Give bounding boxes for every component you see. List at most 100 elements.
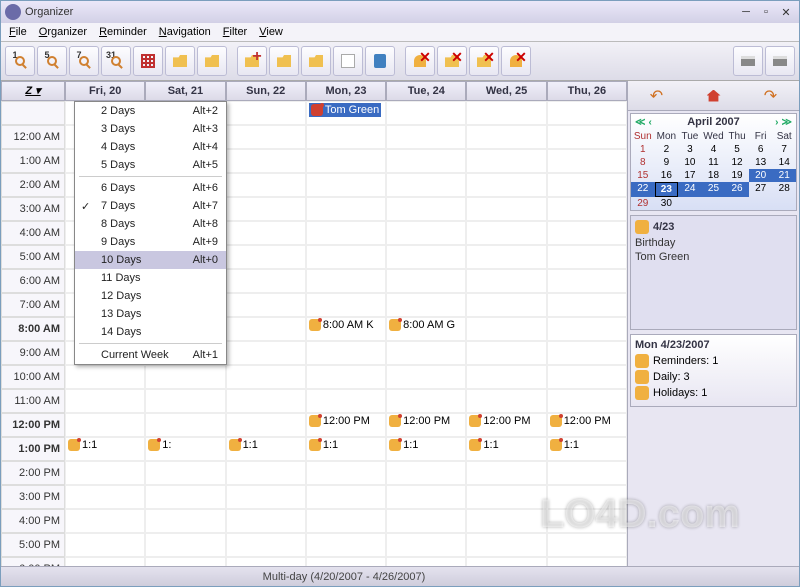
dropdown-item[interactable]: 7 DaysAlt+7 — [75, 197, 226, 215]
day-cell[interactable] — [226, 149, 306, 173]
mini-cal-day[interactable]: 8 — [631, 156, 655, 169]
day-cell[interactable] — [466, 317, 546, 341]
day-cell[interactable] — [226, 389, 306, 413]
mini-cal-day[interactable]: 16 — [655, 169, 679, 182]
dropdown-item[interactable]: 5 DaysAlt+5 — [75, 156, 226, 174]
day-header[interactable]: Fri, 20 — [65, 81, 145, 101]
day-cell[interactable] — [226, 317, 306, 341]
day-cell[interactable] — [547, 389, 627, 413]
mini-cal-day[interactable]: 10 — [678, 156, 702, 169]
mini-cal-day[interactable]: 7 — [772, 143, 796, 156]
day-cell[interactable] — [547, 461, 627, 485]
day-cell[interactable] — [466, 173, 546, 197]
day-header[interactable]: Tue, 24 — [386, 81, 466, 101]
calendar-event[interactable]: 1:1 — [389, 439, 418, 451]
day-cell[interactable] — [547, 341, 627, 365]
day-cell[interactable]: 1: — [145, 437, 225, 461]
mini-cal-day[interactable]: 24 — [678, 182, 702, 197]
day-cell[interactable] — [466, 485, 546, 509]
mini-cal-day[interactable] — [678, 197, 702, 210]
day-cell[interactable] — [547, 509, 627, 533]
day-cell[interactable] — [386, 269, 466, 293]
day-cell[interactable] — [226, 557, 306, 566]
day-cell[interactable] — [65, 413, 145, 437]
day-cell[interactable] — [306, 485, 386, 509]
calendar-event[interactable]: 1:1 — [68, 439, 97, 451]
day-cell[interactable] — [547, 485, 627, 509]
day-cell[interactable] — [466, 293, 546, 317]
day-cell[interactable] — [306, 557, 386, 566]
mini-cal-day[interactable] — [749, 197, 773, 210]
view-5-button[interactable]: 5 — [37, 46, 67, 76]
day-cell[interactable] — [226, 509, 306, 533]
day-cell[interactable]: 12:00 PM — [466, 413, 546, 437]
mini-cal-day[interactable] — [702, 197, 726, 210]
mini-cal-day[interactable]: 26 — [725, 182, 749, 197]
calendar-event[interactable]: 1: — [148, 439, 171, 451]
day-cell[interactable] — [145, 413, 225, 437]
mini-cal-day[interactable]: 17 — [678, 169, 702, 182]
delete-folder-button[interactable]: ✕ — [437, 46, 467, 76]
calendar-event[interactable]: 8:00 AM G — [389, 319, 455, 331]
day-cell[interactable] — [466, 533, 546, 557]
day-cell[interactable] — [226, 485, 306, 509]
day-cell[interactable] — [466, 341, 546, 365]
day-cell[interactable] — [226, 101, 306, 125]
day-cell[interactable]: 1:1 — [466, 437, 546, 461]
day-cell[interactable] — [466, 365, 546, 389]
next-year-button[interactable]: ≫ — [782, 117, 792, 128]
day-cell[interactable] — [466, 461, 546, 485]
mini-cal-day[interactable]: 1 — [631, 143, 655, 156]
calendar-event[interactable]: 12:00 PM — [550, 415, 611, 427]
mini-cal-day[interactable]: 13 — [749, 156, 773, 169]
mini-cal-day[interactable]: 3 — [678, 143, 702, 156]
mini-cal-day[interactable]: 4 — [702, 143, 726, 156]
day-cell[interactable] — [386, 461, 466, 485]
day-cell[interactable] — [226, 245, 306, 269]
day-cell[interactable] — [386, 509, 466, 533]
dropdown-item[interactable]: 4 DaysAlt+4 — [75, 138, 226, 156]
summary-item[interactable]: Reminders: 1 — [635, 354, 792, 368]
day-cell[interactable] — [547, 149, 627, 173]
calendar-grid-button[interactable] — [133, 46, 163, 76]
day-cell[interactable] — [547, 269, 627, 293]
day-cell[interactable] — [386, 173, 466, 197]
dropdown-item[interactable]: 13 Days — [75, 305, 226, 323]
day-cell[interactable] — [145, 389, 225, 413]
dropdown-item[interactable]: 11 Days — [75, 269, 226, 287]
prev-month-button[interactable]: ‹ — [649, 117, 652, 128]
day-cell[interactable] — [386, 389, 466, 413]
day-cell[interactable] — [547, 125, 627, 149]
mini-cal-day[interactable] — [725, 197, 749, 210]
day-cell[interactable] — [145, 461, 225, 485]
day-cell[interactable] — [306, 125, 386, 149]
day-cell[interactable] — [386, 485, 466, 509]
day-cell[interactable] — [226, 533, 306, 557]
day-cell[interactable] — [226, 341, 306, 365]
mark-folder-button[interactable] — [301, 46, 331, 76]
day-cell[interactable] — [386, 293, 466, 317]
day-cell[interactable] — [466, 197, 546, 221]
mini-cal-day[interactable]: 5 — [725, 143, 749, 156]
menu-reminder[interactable]: Reminder — [99, 26, 147, 38]
day-cell[interactable] — [306, 341, 386, 365]
day-cell[interactable] — [65, 533, 145, 557]
day-cell[interactable] — [466, 221, 546, 245]
day-cell[interactable] — [226, 293, 306, 317]
day-cell[interactable] — [306, 365, 386, 389]
day-cell[interactable] — [466, 125, 546, 149]
dropdown-item[interactable]: 8 DaysAlt+8 — [75, 215, 226, 233]
day-cell[interactable] — [386, 101, 466, 125]
menu-file[interactable]: File — [9, 26, 27, 38]
mini-cal-day[interactable]: 6 — [749, 143, 773, 156]
dropdown-item[interactable]: 3 DaysAlt+3 — [75, 120, 226, 138]
day-cell[interactable]: 12:00 PM — [306, 413, 386, 437]
day-cell[interactable] — [466, 389, 546, 413]
edit-folder-button[interactable] — [269, 46, 299, 76]
mini-cal-day[interactable]: 25 — [702, 182, 726, 197]
day-cell[interactable] — [547, 173, 627, 197]
day-cell[interactable] — [306, 509, 386, 533]
mini-cal-day[interactable]: 28 — [772, 182, 796, 197]
minimize-button[interactable]: ─ — [737, 4, 755, 20]
day-cell[interactable] — [386, 149, 466, 173]
